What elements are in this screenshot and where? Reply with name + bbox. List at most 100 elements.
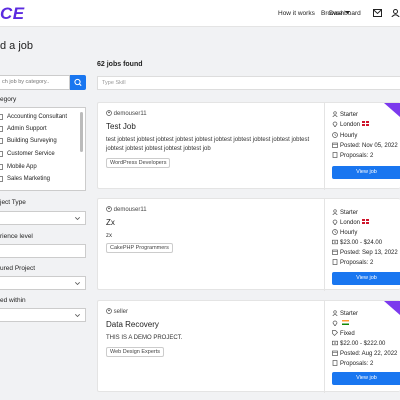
user-icon[interactable]	[391, 9, 400, 17]
map-pin-icon	[332, 320, 338, 326]
document-icon	[332, 360, 338, 366]
job-poster: demouser11	[106, 206, 147, 213]
nav-how-it-works[interactable]: How it works	[278, 10, 315, 17]
skill-search-input[interactable]: Type Skill	[97, 76, 400, 90]
view-job-button[interactable]: View job	[332, 272, 400, 285]
uk-flag-icon	[362, 121, 370, 126]
job-location: London	[332, 121, 370, 128]
clock-icon	[332, 132, 338, 138]
category-checkbox[interactable]	[0, 151, 3, 157]
posted-within-select[interactable]	[0, 308, 86, 322]
user-icon	[332, 209, 338, 215]
job-level-text: Starter	[340, 112, 359, 118]
user-icon	[332, 111, 338, 117]
user-circle-icon	[106, 110, 112, 116]
job-budget-text: $22.00 - $222.00	[340, 341, 386, 347]
category-checkbox[interactable]	[0, 176, 3, 182]
job-description: test jobtest jobtest jobtest jobtest job…	[106, 137, 310, 152]
job-location	[332, 320, 349, 327]
card-divider	[324, 199, 325, 291]
category-checkbox[interactable]	[0, 164, 3, 170]
job-budget: $23.00 - $24.00	[332, 239, 382, 246]
job-budget: $22.00 - $222.00	[332, 340, 385, 347]
job-skill-tag[interactable]: Web Design Experts	[106, 347, 165, 357]
uk-flag-icon	[362, 219, 370, 224]
posted-within-label: ed within	[0, 297, 26, 304]
job-proposals: Proposals: 2	[332, 152, 373, 159]
job-skill-tag[interactable]: CakePHP Programmers	[106, 243, 173, 253]
job-location-text: London	[340, 122, 361, 128]
card-divider	[324, 103, 325, 190]
document-icon	[332, 259, 338, 265]
featured-project-select[interactable]	[0, 276, 86, 290]
view-job-button[interactable]: View job	[332, 166, 400, 179]
category-checkbox[interactable]	[0, 138, 3, 144]
project-type-label: ject Type	[0, 199, 26, 206]
job-type: Fixed	[332, 330, 355, 337]
category-search: ch job by category..	[0, 75, 86, 90]
job-proposals-text: Proposals: 2	[340, 153, 374, 159]
chevron-down-icon	[75, 314, 80, 317]
job-posted-text: Posted: Nov 05, 2022	[340, 143, 398, 149]
job-type-text: Hourly	[340, 230, 358, 236]
map-pin-icon	[332, 121, 338, 127]
job-posted-date: Posted: Nov 05, 2022	[332, 142, 398, 149]
project-type-select[interactable]	[0, 211, 86, 225]
map-pin-icon	[332, 219, 338, 225]
job-type-text: Fixed	[340, 331, 355, 337]
card-divider	[324, 301, 325, 393]
job-card: demouser11 Zx zx CakePHP Programmers Sta…	[97, 198, 400, 291]
user-circle-icon	[106, 308, 112, 314]
category-label-text: Mobile App	[7, 164, 37, 170]
job-poster-name: demouser11	[113, 207, 147, 213]
job-type: Hourly	[332, 132, 357, 139]
job-poster-name: demouser11	[113, 111, 147, 117]
category-search-button[interactable]	[70, 75, 86, 90]
job-level: Starter	[332, 310, 358, 317]
job-level: Starter	[332, 111, 358, 118]
featured-project-label: ured Project	[0, 265, 36, 272]
nav-dashboard[interactable]: Dashboard	[329, 10, 361, 17]
chevron-down-icon	[75, 217, 80, 220]
view-job-button[interactable]: View job	[332, 372, 400, 385]
job-description: zx	[106, 233, 112, 239]
money-icon	[332, 340, 338, 346]
job-posted-date: Posted: Aug 22, 2022	[332, 350, 397, 357]
category-checkbox[interactable]	[0, 114, 3, 120]
job-proposals: Proposals: 2	[332, 259, 373, 266]
job-level-text: Starter	[340, 210, 359, 216]
job-skill-tag[interactable]: WordPress Developers	[106, 158, 171, 168]
job-type-text: Hourly	[340, 133, 358, 139]
job-poster: seller	[106, 308, 128, 315]
calendar-icon	[332, 142, 338, 148]
job-level: Starter	[332, 209, 358, 216]
user-icon	[332, 310, 338, 316]
india-flag-icon	[342, 320, 349, 325]
job-location: London	[332, 219, 370, 226]
search-icon	[74, 78, 82, 87]
chevron-down-icon	[75, 282, 80, 285]
clock-icon	[332, 229, 338, 235]
job-poster-name: seller	[113, 309, 129, 315]
job-poster: demouser11	[106, 110, 147, 117]
job-location-text: London	[340, 220, 361, 226]
job-budget-text: $23.00 - $24.00	[340, 240, 383, 246]
category-checkbox[interactable]	[0, 126, 3, 132]
job-title[interactable]: Test Job	[106, 122, 136, 131]
experience-level-select[interactable]	[0, 244, 86, 258]
job-proposals-text: Proposals: 2	[340, 361, 374, 367]
job-proposals: Proposals: 2	[332, 360, 373, 367]
category-scrollbar[interactable]	[80, 112, 83, 152]
job-title[interactable]: Zx	[106, 218, 115, 227]
document-icon	[332, 152, 338, 158]
category-label-text: Accounting Consultant	[7, 114, 68, 120]
category-search-input[interactable]: ch job by category..	[0, 75, 70, 90]
job-title[interactable]: Data Recovery	[106, 320, 159, 329]
tag-icon	[332, 330, 338, 336]
job-type: Hourly	[332, 229, 357, 236]
featured-ribbon	[384, 103, 400, 117]
envelope-icon[interactable]	[373, 9, 382, 17]
top-navbar: CE How it works Browse Dashboard	[0, 0, 400, 27]
user-circle-icon	[106, 206, 112, 212]
site-logo[interactable]: CE	[0, 4, 25, 24]
